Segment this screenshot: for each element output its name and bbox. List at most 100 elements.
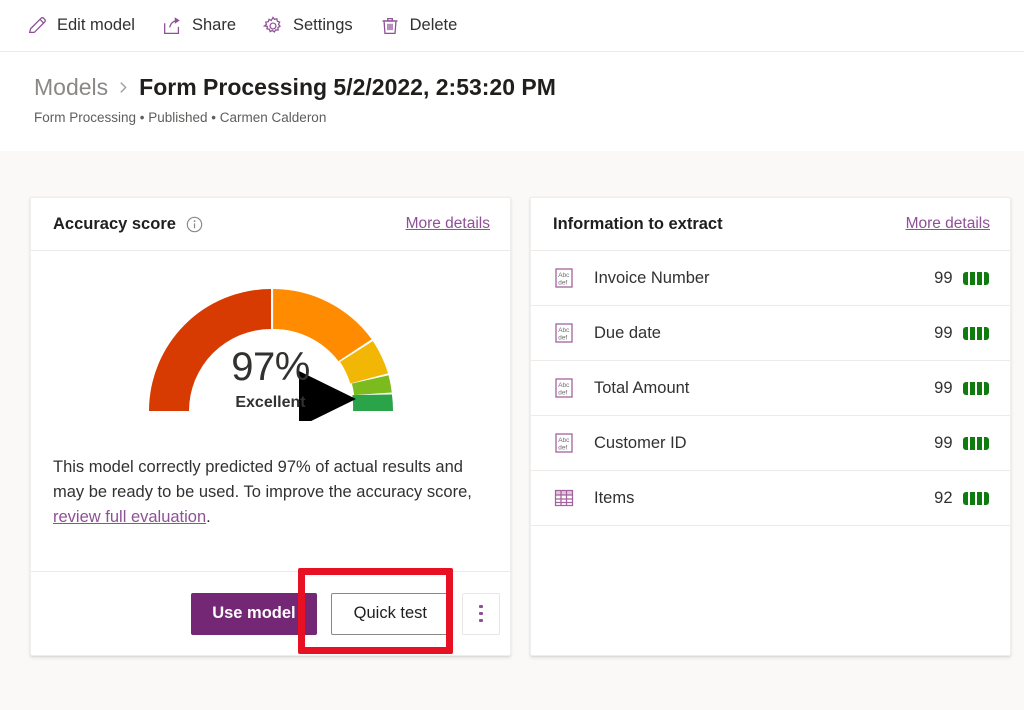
bar (977, 272, 983, 285)
settings-label: Settings (293, 16, 353, 35)
gauge-segment-excellent (352, 395, 393, 412)
edit-model-button[interactable]: Edit model (14, 6, 147, 46)
page-subtitle: Form Processing • Published • Carmen Cal… (34, 110, 1024, 125)
bar (984, 437, 990, 450)
row-label: Due date (594, 324, 934, 343)
delete-label: Delete (410, 16, 458, 35)
table-icon (552, 486, 576, 510)
row-score: 99 (934, 324, 952, 343)
kebab-menu-icon[interactable] (462, 593, 500, 635)
bar (984, 382, 990, 395)
info-card-header: Information to extract More details (531, 198, 1010, 251)
accuracy-gauge: 97% Excellent (31, 251, 510, 447)
edit-model-label: Edit model (57, 16, 135, 35)
accuracy-description-text: This model correctly predicted 97% of ac… (53, 458, 472, 501)
table-row[interactable]: Abc def Due date 99 (531, 306, 1010, 361)
row-label: Total Amount (594, 379, 934, 398)
bar (977, 382, 983, 395)
row-score: 99 (934, 434, 952, 453)
bar (970, 382, 976, 395)
bar (963, 437, 969, 450)
quick-test-button[interactable]: Quick test (331, 593, 450, 635)
share-icon (161, 15, 183, 37)
svg-text:Abc: Abc (558, 327, 570, 334)
row-score: 92 (934, 489, 952, 508)
bar (970, 492, 976, 505)
bar (963, 327, 969, 340)
kebab-dot (479, 605, 483, 609)
gauge-segment-poor (149, 289, 271, 411)
page-title: Form Processing 5/2/2022, 2:53:20 PM (139, 74, 556, 101)
trash-icon (379, 15, 401, 37)
accuracy-card-footer: Use model Quick test (31, 571, 510, 655)
info-circle-icon[interactable] (186, 216, 203, 233)
bar (963, 492, 969, 505)
accuracy-card-header: Accuracy score More details (31, 198, 510, 251)
text-field-icon: Abc def (552, 431, 576, 455)
bar (977, 437, 983, 450)
confidence-bars (963, 272, 990, 285)
text-field-icon: Abc def (552, 266, 576, 290)
delete-button[interactable]: Delete (367, 6, 470, 46)
cards-row: Accuracy score More details (0, 197, 1024, 656)
bar (970, 437, 976, 450)
table-row[interactable]: Abc def Customer ID 99 (531, 416, 1010, 471)
table-row[interactable]: Items 92 (531, 471, 1010, 526)
bar (984, 327, 990, 340)
svg-text:def: def (558, 390, 567, 397)
row-label: Customer ID (594, 434, 934, 453)
breadcrumb: Models Form Processing 5/2/2022, 2:53:20… (34, 74, 1024, 101)
gauge-segment-fair (273, 289, 372, 361)
bar (963, 272, 969, 285)
page-header: Models Form Processing 5/2/2022, 2:53:20… (0, 52, 1024, 151)
gauge-needle-icon (299, 371, 356, 421)
gear-icon (262, 15, 284, 37)
table-row[interactable]: Abc def Total Amount 99 (531, 361, 1010, 416)
bar (984, 272, 990, 285)
gauge-chart (139, 271, 403, 421)
svg-text:Abc: Abc (558, 272, 570, 279)
row-label: Items (594, 489, 934, 508)
settings-button[interactable]: Settings (250, 6, 365, 46)
table-row[interactable]: Abc def Invoice Number 99 (531, 251, 1010, 306)
breadcrumb-item-models[interactable]: Models (34, 74, 108, 101)
kebab-dot (479, 619, 483, 623)
kebab-dot (479, 612, 483, 616)
info-more-details-link[interactable]: More details (906, 215, 990, 233)
confidence-bars (963, 327, 990, 340)
bar (984, 492, 990, 505)
accuracy-more-details-link[interactable]: More details (406, 215, 490, 233)
share-label: Share (192, 16, 236, 35)
row-score: 99 (934, 379, 952, 398)
row-score: 99 (934, 269, 952, 288)
svg-text:Abc: Abc (558, 382, 570, 389)
text-field-icon: Abc def (552, 321, 576, 345)
command-bar: Edit model Share Settings Delete (0, 0, 1024, 52)
review-full-evaluation-link[interactable]: review full evaluation (53, 508, 206, 526)
accuracy-description: This model correctly predicted 97% of ac… (31, 447, 510, 530)
bar (977, 327, 983, 340)
accuracy-description-period: . (206, 508, 211, 526)
svg-text:def: def (558, 280, 567, 287)
confidence-bars (963, 382, 990, 395)
share-button[interactable]: Share (149, 6, 248, 46)
info-card-title: Information to extract (553, 215, 723, 234)
confidence-bars (963, 492, 990, 505)
bar (970, 272, 976, 285)
svg-text:Abc: Abc (558, 437, 570, 444)
bar (970, 327, 976, 340)
svg-text:def: def (558, 445, 567, 452)
row-label: Invoice Number (594, 269, 934, 288)
information-to-extract-card: Information to extract More details Abc … (530, 197, 1011, 656)
accuracy-score-card: Accuracy score More details (30, 197, 511, 656)
bar (963, 382, 969, 395)
confidence-bars (963, 437, 990, 450)
bar (977, 492, 983, 505)
use-model-button[interactable]: Use model (191, 593, 316, 635)
svg-text:def: def (558, 335, 567, 342)
text-field-icon: Abc def (552, 376, 576, 400)
main-content: Accuracy score More details (0, 151, 1024, 710)
accuracy-card-title: Accuracy score (53, 215, 176, 234)
pencil-icon (26, 15, 48, 37)
accuracy-card-header-left: Accuracy score (53, 215, 203, 234)
